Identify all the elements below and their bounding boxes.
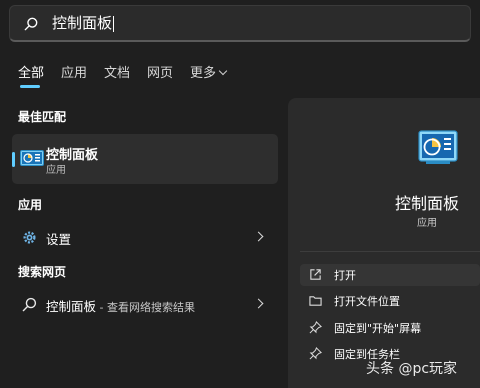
tab-documents[interactable]: 文档 bbox=[104, 62, 130, 81]
apps-heading: 应用 bbox=[18, 198, 43, 212]
chevron-right-icon[interactable] bbox=[253, 298, 264, 309]
text-caret bbox=[113, 15, 115, 32]
detail-pane: 控制面板 应用 打开 打开文件位置 固定到"开始"屏幕 固定到任务栏 bbox=[288, 98, 480, 388]
action-open-file-location[interactable]: 打开文件位置 bbox=[300, 290, 480, 312]
detail-title-wrap: 控制面板 bbox=[288, 190, 480, 214]
action-open-label: 打开 bbox=[334, 269, 356, 282]
action-open[interactable]: 打开 bbox=[300, 264, 480, 286]
gear-icon bbox=[23, 231, 36, 244]
search-input[interactable]: 控制面板 bbox=[52, 13, 115, 33]
filter-tabs: 全部 应用 文档 网页 更多 bbox=[0, 58, 300, 88]
result-settings-label: 设置 bbox=[46, 232, 72, 247]
action-pin-to-start[interactable]: 固定到"开始"屏幕 bbox=[300, 317, 480, 339]
action-open-file-location-label: 打开文件位置 bbox=[334, 295, 400, 308]
divider bbox=[300, 251, 480, 252]
search-icon bbox=[24, 17, 38, 31]
watermark: 头条 @pc玩家 bbox=[366, 361, 458, 377]
control-panel-icon bbox=[418, 130, 458, 164]
pin-icon bbox=[309, 347, 322, 360]
tab-web[interactable]: 网页 bbox=[147, 62, 173, 81]
web-search-label: 控制面板 - 查看网络搜索结果 bbox=[46, 296, 195, 315]
pin-icon bbox=[309, 321, 322, 334]
active-tab-indicator bbox=[20, 85, 40, 88]
tab-apps[interactable]: 应用 bbox=[61, 62, 87, 81]
tab-more-label: 更多 bbox=[190, 66, 217, 81]
control-panel-icon bbox=[20, 150, 44, 166]
chevron-right-icon[interactable] bbox=[253, 231, 264, 242]
detail-title: 控制面板 bbox=[394, 194, 459, 213]
detail-subtitle-wrap: 应用 bbox=[288, 214, 480, 229]
folder-icon bbox=[309, 296, 322, 306]
search-icon bbox=[22, 297, 37, 312]
action-pin-to-start-label: 固定到"开始"屏幕 bbox=[334, 322, 422, 335]
open-external-icon bbox=[310, 269, 321, 280]
selection-indicator bbox=[12, 152, 15, 167]
best-match-heading: 最佳匹配 bbox=[18, 110, 67, 124]
tab-more[interactable]: 更多 bbox=[190, 62, 228, 81]
web-search-query: 控制面板 bbox=[46, 299, 97, 314]
web-search-heading: 搜索网页 bbox=[18, 265, 67, 279]
search-box[interactable]: 控制面板 bbox=[9, 5, 471, 42]
chevron-down-icon bbox=[218, 66, 228, 76]
detail-subtitle: 应用 bbox=[417, 218, 437, 229]
result-settings[interactable]: 设置 bbox=[12, 223, 278, 251]
web-search-suffix: - 查看网络搜索结果 bbox=[96, 301, 195, 314]
result-web-search[interactable]: 控制面板 - 查看网络搜索结果 bbox=[12, 290, 278, 318]
tab-all[interactable]: 全部 bbox=[18, 62, 44, 81]
best-match-subtitle: 应用 bbox=[46, 165, 66, 176]
best-match-result[interactable]: 控制面板 应用 bbox=[12, 134, 278, 184]
